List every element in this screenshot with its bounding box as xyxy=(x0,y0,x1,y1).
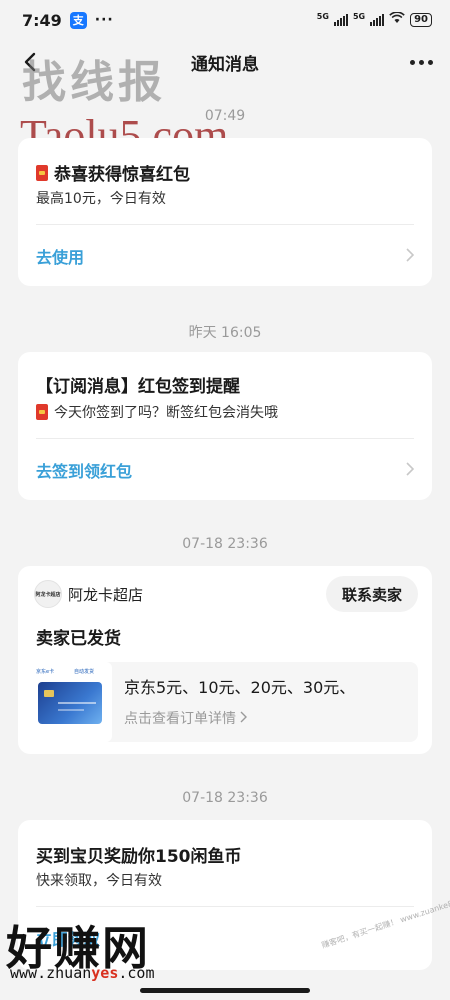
checkin-button-label: 去签到领红包 xyxy=(36,462,133,481)
message-timestamp: 07-18 23:36 xyxy=(182,790,268,806)
message-timestamp: 昨天 16:05 xyxy=(188,325,262,341)
chevron-right-icon xyxy=(406,461,415,480)
shop-name[interactable]: 阿龙卡超店 xyxy=(68,584,143,605)
status-time: 7:49 xyxy=(22,10,62,30)
message-card: 恭喜获得惊喜红包 最高10元，今日有效 去使用 xyxy=(18,138,432,286)
divider xyxy=(36,906,414,907)
message-title: 恭喜获得惊喜红包 xyxy=(36,160,190,185)
alipay-icon: 支 xyxy=(69,11,87,29)
notification-dots: ··· xyxy=(94,12,114,28)
battery-icon: 90 xyxy=(410,13,432,27)
thumb-label: 京东e卡 xyxy=(36,669,55,675)
message-title: 卖家已发货 xyxy=(36,629,121,649)
product-thumbnail: 京东e卡 自动发货 xyxy=(32,662,112,742)
message-subtitle: 今天你签到了吗？断签红包会消失哦 xyxy=(36,402,278,422)
order-detail-link-text: 点击查看订单详情 xyxy=(124,711,236,727)
red-packet-icon xyxy=(36,164,48,181)
message-title-text: 恭喜获得惊喜红包 xyxy=(54,165,190,185)
watermark-bottom-url: www.zhuanyes.com xyxy=(10,964,155,982)
message-subtitle: 快来领取，今日有效 xyxy=(36,873,162,889)
product-title: 京东5元、10元、20元、30元、 xyxy=(124,678,356,697)
shop-avatar: 阿龙卡超店 xyxy=(34,580,62,608)
chevron-right-icon xyxy=(240,711,248,723)
message-subtitle: 最高10元，今日有效 xyxy=(36,191,166,207)
checkin-action-row[interactable]: 去签到领红包 xyxy=(18,450,432,490)
divider xyxy=(36,224,414,225)
thumb-label: 自动发货 xyxy=(74,669,95,675)
order-card: 阿龙卡超店 阿龙卡超店 联系卖家 卖家已发货 京东e卡 自动发货 京东5元、10… xyxy=(18,566,432,754)
status-bar: 7:49 支 ··· 5G 5G 90 xyxy=(0,0,450,40)
signal-icon xyxy=(333,14,348,26)
message-subtitle-text: 今天你签到了吗？断签红包会消失哦 xyxy=(54,405,278,421)
message-timestamp: 07-18 23:36 xyxy=(182,536,268,552)
more-icon[interactable] xyxy=(406,48,436,76)
wifi-icon xyxy=(389,11,405,28)
use-action-row[interactable]: 去使用 xyxy=(18,236,432,276)
network-label-2: 5G xyxy=(352,12,366,21)
message-title: 买到宝贝奖励你150闲鱼币 xyxy=(36,847,242,867)
divider xyxy=(36,438,414,439)
message-title: 【订阅消息】红包签到提醒 xyxy=(36,377,240,397)
order-detail-link[interactable]: 点击查看订单详情 xyxy=(124,708,248,728)
use-button-label: 去使用 xyxy=(36,248,85,267)
gift-card-image xyxy=(38,682,102,724)
order-product[interactable]: 京东e卡 自动发货 京东5元、10元、20元、30元、 点击查看订单详情 xyxy=(32,662,418,742)
status-icons: 5G 5G 90 xyxy=(316,11,432,28)
contact-seller-button[interactable]: 联系卖家 xyxy=(325,576,418,612)
message-card: 【订阅消息】红包签到提醒 今天你签到了吗？断签红包会消失哦 去签到领红包 xyxy=(18,352,432,500)
chevron-right-icon xyxy=(406,247,415,266)
watermark-top-cn: 找线报 xyxy=(22,57,166,108)
page-title: 通知消息 xyxy=(191,54,259,75)
signal-icon xyxy=(370,14,385,26)
home-indicator[interactable] xyxy=(140,988,310,993)
red-packet-icon xyxy=(36,404,48,420)
message-timestamp: 07:49 xyxy=(204,108,246,124)
network-label-1: 5G xyxy=(316,12,329,21)
